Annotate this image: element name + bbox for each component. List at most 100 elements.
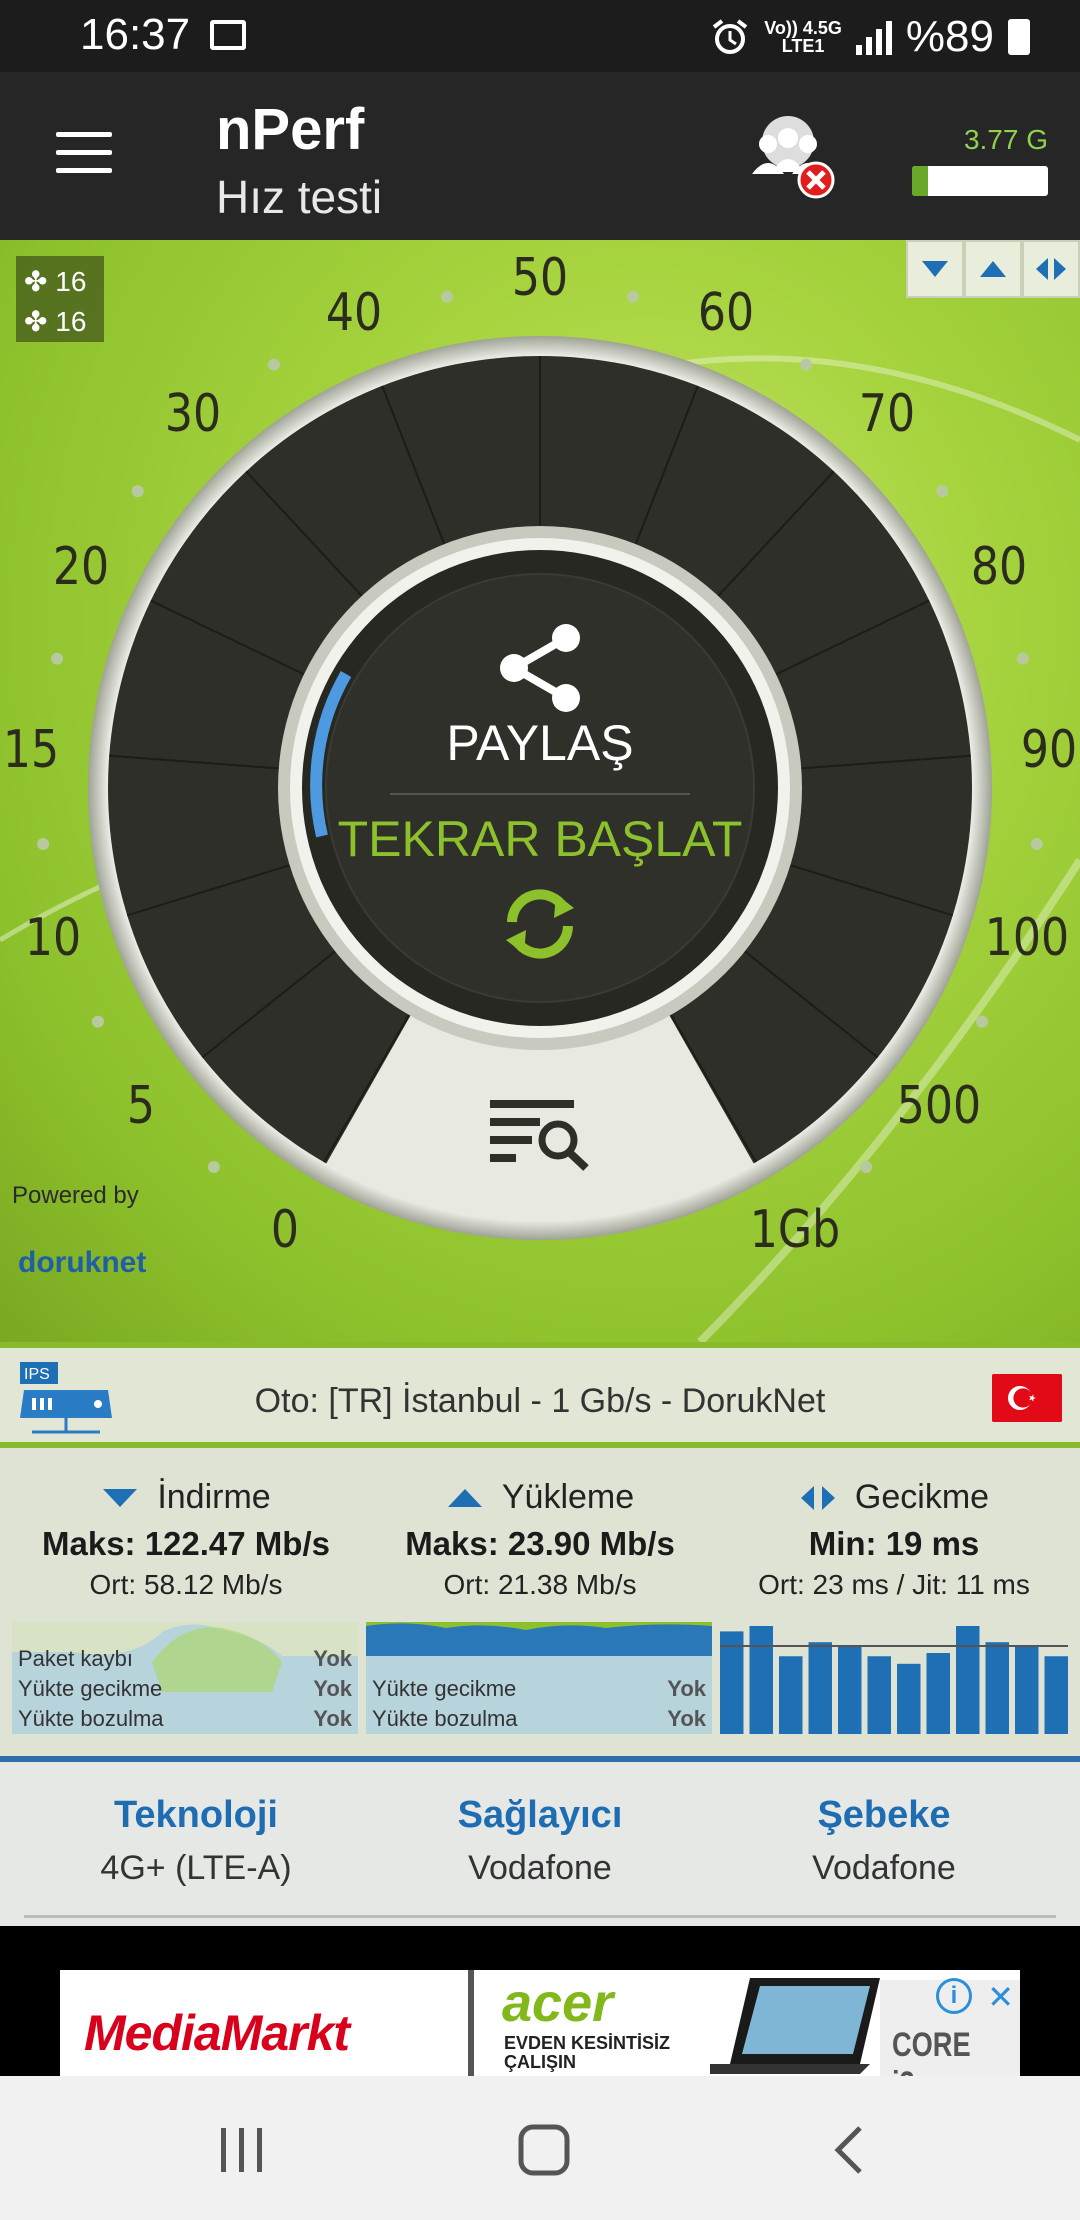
gauge-scale-label: 10 [24, 908, 81, 969]
download-graph: Paket kaybı Yok Yükte gecikme Yok Yükte bo… [12, 1622, 358, 1734]
data-usage-bar [912, 166, 1048, 196]
ad-banner[interactable]: MediaMarkt acer EVDEN KESİNTİSİZ ÇALIŞIN… [60, 1970, 1020, 2076]
ad-close-icon[interactable]: ✕ [987, 1978, 1014, 2016]
community-offline-icon[interactable] [738, 112, 838, 202]
back-icon [834, 2126, 862, 2174]
server-selector[interactable]: IPS Oto: [TR] İstanbul - 1 Gb/s - DorukN… [0, 1342, 1080, 1448]
data-usage-label: 3.77 G [963, 124, 1048, 155]
upload-graph: Yükte gecikme Yok Yükte bozulma Yok [366, 1622, 712, 1734]
latency-min: Min: 19 ms [808, 1525, 980, 1562]
gauge-minor-tick [976, 1015, 989, 1028]
gauge-minor-tick [441, 290, 454, 303]
powered-by-label: Powered by [12, 1182, 139, 1209]
ad-info-icon[interactable]: i [936, 1978, 972, 2014]
latency-bar [956, 1626, 980, 1734]
history-search-icon[interactable] [488, 1094, 592, 1172]
server-icon: IPS [20, 1362, 112, 1434]
server-icon: ✤ [24, 306, 48, 337]
ad-acer-logo[interactable]: acer [502, 1972, 613, 2034]
latency-bar [897, 1663, 921, 1734]
download-result: İndirme Maks: 122.47 Mb/s Ort: 58.12 Mb/… [6, 1448, 366, 1601]
test-mode-buttons [906, 240, 1080, 298]
gauge-minor-tick [207, 1160, 220, 1173]
arrow-down-icon [103, 1488, 138, 1507]
turkey-flag-icon [992, 1374, 1062, 1422]
gauge-minor-tick [800, 358, 813, 371]
upload-mode-button[interactable] [964, 240, 1022, 298]
gauge-minor-tick [1030, 837, 1043, 850]
download-label: İndirme [157, 1478, 271, 1516]
gauge-scale-label: 5 [127, 1075, 156, 1136]
upload-result: Yükleme Maks: 23.90 Mb/s Ort: 21.38 Mb/s [360, 1448, 720, 1601]
detail-row: Yükte bozulma Yok [18, 1706, 352, 1731]
latency-graph [720, 1622, 1068, 1734]
divider [24, 1915, 1056, 1918]
provider-label: Sağlayıcı [457, 1794, 623, 1836]
doruknet-logo[interactable]: doruknet [18, 1246, 146, 1280]
network-value: Vodafone [812, 1849, 956, 1887]
latency-bar [779, 1656, 803, 1734]
speed-gauge-panel: 0 5 10 15 20 30 40 50 60 70 80 90 100 500 1Gb ✤ 16 ✤ 1… [0, 240, 1080, 1342]
latency-bar [1015, 1645, 1039, 1734]
app-title: nPerf [216, 97, 365, 162]
detail-row: Yükte gecikme Yok [372, 1676, 706, 1701]
data-usage: 3.77 G [912, 124, 1048, 196]
gauge-minor-tick [267, 358, 280, 371]
gauge-minor-tick [131, 485, 144, 498]
results-panel: İndirme Maks: 122.47 Mb/s Ort: 58.12 Mb/… [0, 1448, 1080, 1758]
gauge-scale-label: 70 [858, 384, 915, 445]
latency-bar [985, 1642, 1009, 1734]
provider-value: Vodafone [468, 1849, 612, 1887]
alarm-icon [713, 19, 748, 54]
ad-separator [468, 1970, 474, 2076]
status-bar: 16:37 Vo)) 4.5G LTE1 %89 [0, 0, 1080, 72]
download-details: Paket kaybı Yok Yükte gecikme Yok Yükte bo… [12, 1644, 358, 1734]
ad-mediamarkt-logo[interactable]: MediaMarkt [84, 2004, 350, 2062]
gauge-scale-label: 500 [896, 1075, 981, 1136]
ad-tagline: EVDEN KESİNTİSİZ ÇALIŞIN [504, 2033, 671, 2072]
gauge-scale-label: 60 [698, 283, 755, 344]
server-icon: ✤ [24, 266, 48, 297]
network-type: Vo)) 4.5G LTE1 [764, 18, 842, 56]
detail-row: Yükte bozulma Yok [372, 1706, 706, 1731]
server-count-badge: ✤ 16 ✤ 16 [16, 256, 104, 342]
gauge-scale-label: 100 [985, 908, 1070, 969]
gauge-scale-label: 30 [164, 384, 222, 445]
arrow-up-icon [447, 1488, 482, 1507]
back-button[interactable] [818, 2120, 878, 2180]
gauge-scale-label: 50 [511, 248, 569, 308]
gauge-minor-tick [37, 837, 50, 850]
recent-apps-icon [221, 2128, 262, 2172]
download-mode-button[interactable] [906, 240, 964, 298]
detail-row: Paket kaybı Yok [18, 1646, 352, 1671]
restart-button[interactable]: TEKRAR BAŞLAT [320, 810, 760, 868]
provider-info: Sağlayıcı Vodafone [360, 1794, 720, 1888]
technology-label: Teknoloji [114, 1794, 278, 1836]
gauge-minor-tick [51, 652, 64, 665]
latency-bar [749, 1626, 773, 1734]
gauge-graphic [0, 290, 1080, 1342]
arrows-left-right-icon [1036, 258, 1066, 280]
gauge-minor-tick [1016, 652, 1029, 665]
gauge-scale-label: 1Gb [749, 1199, 841, 1260]
system-navigation-bar [0, 2076, 1080, 2220]
download-avg: Ort: 58.12 Mb/s [89, 1569, 283, 1600]
refresh-icon[interactable] [494, 878, 586, 970]
share-button[interactable]: PAYLAŞ [390, 714, 690, 772]
latency-avg: Ort: 23 ms / Jit: 11 ms [758, 1569, 1030, 1600]
gauge-scale-label: 15 [3, 719, 60, 780]
gauge-minor-tick [860, 1160, 873, 1173]
arrow-up-icon [980, 261, 1006, 277]
signal-icon [855, 19, 892, 55]
gauge-minor-tick [626, 290, 639, 303]
recent-apps-button[interactable] [212, 2120, 272, 2180]
battery-level: %89 [905, 12, 994, 61]
share-icon[interactable] [490, 618, 590, 718]
arrows-left-right-icon [800, 1485, 835, 1510]
home-button[interactable] [514, 2120, 574, 2180]
gauge-minor-tick [936, 485, 949, 498]
laptop-image [710, 1978, 880, 2074]
gauge-scale-label: 80 [971, 536, 1028, 597]
latency-mode-button[interactable] [1022, 240, 1080, 298]
hamburger-menu-icon[interactable] [56, 132, 112, 173]
